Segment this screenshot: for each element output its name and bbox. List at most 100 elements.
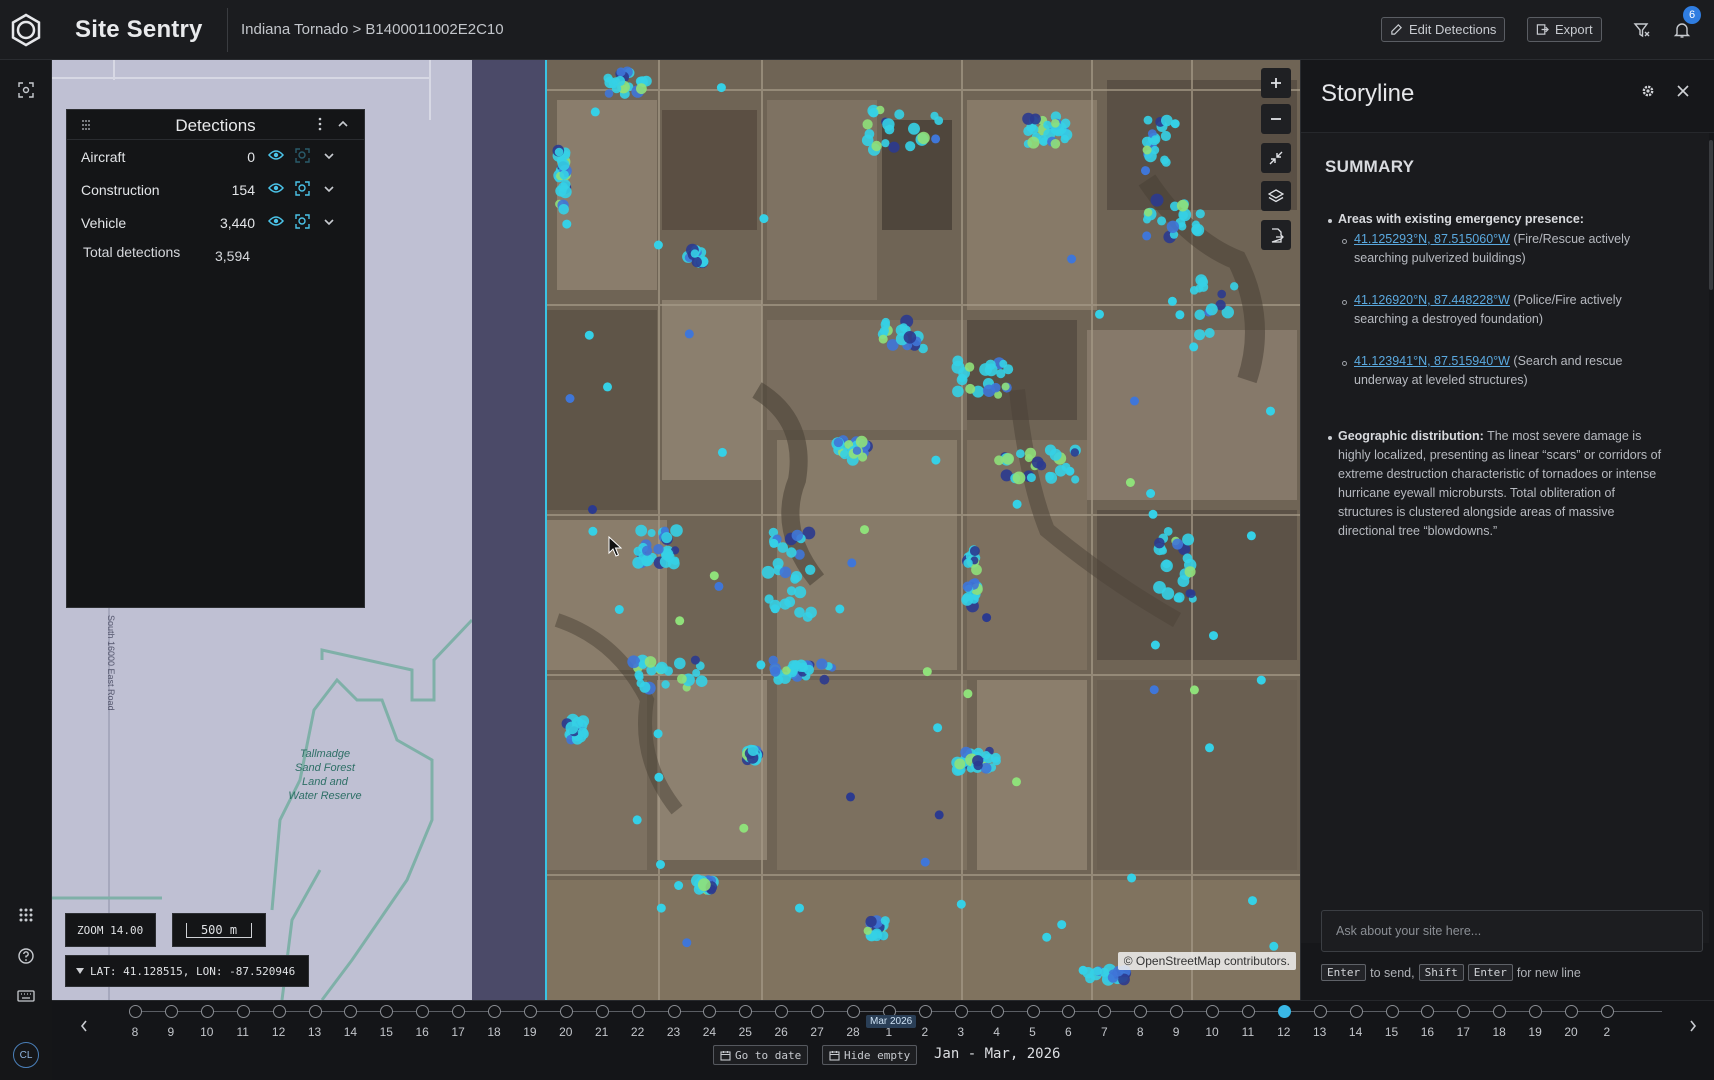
- detection-marker[interactable]: [690, 655, 700, 665]
- detection-marker[interactable]: [1177, 575, 1190, 587]
- timeline-day-dot[interactable]: [1206, 1005, 1219, 1018]
- detection-marker[interactable]: [1166, 220, 1180, 233]
- detection-marker[interactable]: [1045, 472, 1058, 484]
- location-link[interactable]: 41.123941°N, 87.515940°W: [1354, 354, 1510, 368]
- ask-input[interactable]: Ask about your site here...: [1321, 910, 1703, 952]
- detection-marker[interactable]: [931, 455, 941, 465]
- collapse-map-button[interactable]: [1261, 143, 1291, 173]
- detection-marker[interactable]: [961, 594, 974, 606]
- detection-marker[interactable]: [1146, 489, 1156, 498]
- detection-marker[interactable]: [779, 598, 791, 610]
- export-map-button[interactable]: [1261, 220, 1291, 250]
- detection-marker[interactable]: [1060, 134, 1069, 144]
- timeline-day-dot[interactable]: [1385, 1005, 1399, 1018]
- detection-marker[interactable]: [655, 661, 668, 675]
- detection-marker[interactable]: [954, 758, 966, 770]
- detection-marker[interactable]: [882, 118, 895, 131]
- detection-marker[interactable]: [716, 83, 726, 93]
- timeline-day-dot[interactable]: [595, 1005, 609, 1018]
- timeline-day-dot[interactable]: [1098, 1005, 1112, 1018]
- timeline-day-dot[interactable]: [1349, 1005, 1363, 1018]
- detection-marker[interactable]: [667, 557, 680, 570]
- timeline-day-dot[interactable]: [308, 1005, 322, 1018]
- detection-marker[interactable]: [656, 903, 666, 913]
- detection-marker[interactable]: [670, 524, 683, 537]
- timeline-next-button[interactable]: [1689, 1019, 1697, 1035]
- detection-marker[interactable]: [756, 660, 766, 670]
- detection-marker[interactable]: [1149, 685, 1159, 695]
- timeline-day-dot[interactable]: [990, 1005, 1004, 1018]
- detection-marker[interactable]: [769, 538, 779, 548]
- detection-marker[interactable]: [627, 655, 641, 669]
- rail-scan-button[interactable]: [14, 78, 38, 102]
- timeline-day-dot[interactable]: [488, 1005, 501, 1018]
- timeline-day-dot[interactable]: [523, 1005, 537, 1018]
- detection-row-construction[interactable]: Construction 154: [67, 173, 364, 206]
- detection-marker[interactable]: [871, 930, 883, 942]
- timeline-day-dot[interactable]: [703, 1005, 717, 1018]
- detection-marker[interactable]: [965, 383, 976, 394]
- hide-empty-button[interactable]: Hide empty: [822, 1045, 918, 1065]
- detection-marker[interactable]: [1217, 289, 1226, 299]
- detection-marker[interactable]: [819, 674, 830, 685]
- export-button[interactable]: Export: [1527, 17, 1602, 42]
- detection-marker[interactable]: [634, 670, 644, 680]
- detection-marker[interactable]: [1095, 309, 1104, 319]
- detection-marker[interactable]: [1256, 675, 1266, 685]
- detection-marker[interactable]: [1189, 685, 1199, 695]
- zoom-in-button[interactable]: [1261, 68, 1291, 98]
- detection-marker[interactable]: [934, 810, 944, 820]
- timeline-day-dot[interactable]: [1241, 1005, 1255, 1018]
- detection-marker[interactable]: [985, 359, 996, 370]
- detection-marker[interactable]: [1205, 303, 1218, 316]
- detection-marker[interactable]: [1065, 466, 1075, 476]
- focus-target-icon[interactable]: [295, 214, 310, 229]
- detection-marker[interactable]: [770, 666, 781, 677]
- detection-marker[interactable]: [846, 792, 855, 802]
- detection-marker[interactable]: [852, 446, 862, 455]
- timeline-day-dot[interactable]: [1457, 1005, 1471, 1018]
- detection-marker[interactable]: [868, 107, 879, 118]
- detection-marker[interactable]: [862, 119, 873, 130]
- detection-marker[interactable]: [903, 331, 917, 344]
- detection-marker[interactable]: [1173, 593, 1183, 603]
- detection-marker[interactable]: [1125, 478, 1135, 487]
- layers-button[interactable]: [1261, 181, 1291, 211]
- detection-marker[interactable]: [990, 752, 1001, 763]
- detection-marker[interactable]: [604, 89, 614, 98]
- close-icon[interactable]: [1677, 85, 1689, 97]
- detection-marker[interactable]: [565, 721, 579, 735]
- detection-marker[interactable]: [635, 524, 648, 537]
- detection-marker[interactable]: [1205, 743, 1214, 753]
- detection-marker[interactable]: [865, 915, 877, 928]
- kebab-menu-icon[interactable]: [317, 117, 323, 131]
- detection-marker[interactable]: [1186, 589, 1196, 598]
- detection-marker[interactable]: [764, 594, 774, 604]
- chevron-down-icon[interactable]: [323, 184, 335, 194]
- breadcrumb[interactable]: Indiana Tornado > B1400011002E2C10: [241, 21, 504, 38]
- detection-marker[interactable]: [1127, 873, 1137, 883]
- detection-marker[interactable]: [1043, 120, 1052, 130]
- detection-marker[interactable]: [982, 384, 996, 397]
- detection-marker[interactable]: [1050, 139, 1061, 149]
- detection-marker[interactable]: [952, 355, 964, 367]
- detection-marker[interactable]: [1130, 396, 1139, 406]
- detection-marker[interactable]: [790, 571, 803, 583]
- detection-marker[interactable]: [1026, 473, 1036, 483]
- eye-icon[interactable]: [268, 182, 284, 194]
- detection-marker[interactable]: [802, 611, 813, 622]
- detection-marker[interactable]: [697, 878, 711, 892]
- detection-marker[interactable]: [1269, 941, 1279, 951]
- timeline-day-dot[interactable]: [1313, 1005, 1327, 1018]
- detection-marker[interactable]: [1189, 286, 1199, 295]
- detection-marker[interactable]: [1144, 208, 1153, 217]
- timeline-day-dot[interactable]: [236, 1005, 250, 1018]
- detection-marker[interactable]: [1001, 382, 1010, 391]
- detection-marker[interactable]: [880, 916, 890, 926]
- detection-marker[interactable]: [639, 681, 651, 693]
- detection-marker[interactable]: [554, 147, 564, 157]
- timeline-day-dot[interactable]: [1421, 1005, 1435, 1018]
- detection-marker[interactable]: [562, 219, 572, 229]
- detection-row-vehicle[interactable]: Vehicle 3,440: [67, 206, 364, 239]
- filter-clear-button[interactable]: [1630, 18, 1654, 42]
